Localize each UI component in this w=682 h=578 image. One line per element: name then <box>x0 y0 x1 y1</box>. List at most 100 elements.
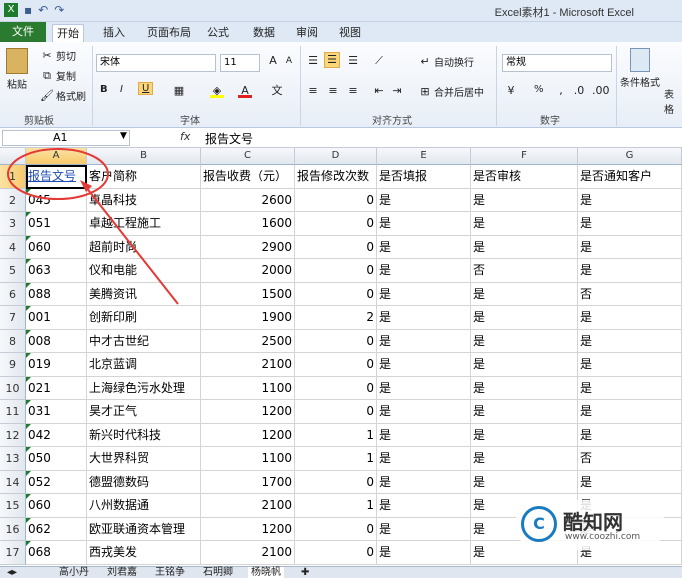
table-cell[interactable]: 052 <box>26 470 87 494</box>
table-cell[interactable]: 是 <box>471 306 578 330</box>
table-cell[interactable]: 是 <box>471 376 578 400</box>
row-header[interactable]: 13 <box>0 447 26 471</box>
table-cell[interactable]: 019 <box>26 353 87 377</box>
new-sheet-icon[interactable]: ✚ <box>298 567 312 578</box>
merge-center-button[interactable]: ⊞ 合并后居中 <box>418 84 484 100</box>
table-cell[interactable]: 是 <box>377 470 471 494</box>
tab-data[interactable]: 数据 <box>249 24 279 42</box>
table-cell[interactable]: 1200 <box>201 423 295 447</box>
table-cell[interactable]: 042 <box>26 423 87 447</box>
table-cell[interactable]: 是 <box>377 517 471 541</box>
shrink-font-button[interactable]: A <box>282 54 296 68</box>
fill-color-button[interactable]: ◈ <box>210 84 224 98</box>
table-cell[interactable]: 上海绿色污水处理 <box>87 376 201 400</box>
table-cell[interactable]: 1 <box>295 423 377 447</box>
table-cell[interactable]: 1100 <box>201 447 295 471</box>
column-header-f[interactable]: F <box>471 148 578 165</box>
table-cell[interactable]: 德盟德数码 <box>87 470 201 494</box>
align-left-button[interactable]: ≡ <box>306 84 320 98</box>
table-cell[interactable]: 是 <box>471 282 578 306</box>
table-cell[interactable]: 031 <box>26 400 87 424</box>
borders-button[interactable]: ▦ <box>172 84 186 98</box>
table-cell[interactable]: 否 <box>471 259 578 283</box>
table-cell[interactable]: 是 <box>471 423 578 447</box>
header-cell[interactable]: 报告修改次数 <box>295 165 377 189</box>
table-cell[interactable]: 是 <box>471 447 578 471</box>
table-cell[interactable]: 否 <box>578 282 682 306</box>
table-cell[interactable]: 0 <box>295 259 377 283</box>
table-cell[interactable]: 是 <box>578 235 682 259</box>
redo-icon[interactable]: ↷ <box>54 3 64 17</box>
table-cell[interactable]: 是 <box>578 212 682 236</box>
table-cell[interactable]: 0 <box>295 400 377 424</box>
align-center-button[interactable]: ≡ <box>326 84 340 98</box>
table-cell[interactable]: 是 <box>377 282 471 306</box>
increase-decimal-button[interactable]: .0 <box>572 84 586 98</box>
table-cell[interactable]: 是 <box>377 188 471 212</box>
table-cell[interactable]: 0 <box>295 376 377 400</box>
table-cell[interactable]: 0 <box>295 329 377 353</box>
tab-file[interactable]: 文件 <box>0 22 46 42</box>
table-cell[interactable]: 是 <box>377 447 471 471</box>
table-cell[interactable]: 060 <box>26 494 87 518</box>
row-header[interactable]: 14 <box>0 470 26 494</box>
format-as-table-button[interactable]: 表格 <box>664 86 682 116</box>
table-cell[interactable]: 0 <box>295 188 377 212</box>
tab-insert[interactable]: 插入 <box>99 24 129 42</box>
font-name-select[interactable]: 宋体 <box>96 54 216 72</box>
table-cell[interactable]: 是 <box>377 235 471 259</box>
table-cell[interactable]: 0 <box>295 517 377 541</box>
table-cell[interactable]: 是 <box>471 353 578 377</box>
comma-button[interactable]: , <box>554 84 568 98</box>
percent-button[interactable]: % <box>534 84 544 95</box>
table-cell[interactable]: 0 <box>295 470 377 494</box>
sheet-tab[interactable]: 高小丹 <box>56 567 92 578</box>
grow-font-button[interactable]: A <box>266 54 280 68</box>
font-size-select[interactable]: 11 <box>220 54 260 72</box>
orientation-button[interactable]: ⟋ <box>372 54 386 68</box>
currency-button[interactable]: ¥ <box>504 84 518 98</box>
table-cell[interactable]: 1 <box>295 447 377 471</box>
table-cell[interactable]: 008 <box>26 329 87 353</box>
table-cell[interactable]: 是 <box>471 470 578 494</box>
align-right-button[interactable]: ≡ <box>346 84 360 98</box>
row-header[interactable]: 10 <box>0 376 26 400</box>
table-cell[interactable]: 1100 <box>201 376 295 400</box>
header-cell[interactable]: 是否填报 <box>377 165 471 189</box>
table-cell[interactable]: 0 <box>295 541 377 565</box>
table-cell[interactable]: 062 <box>26 517 87 541</box>
table-cell[interactable]: 0 <box>295 212 377 236</box>
column-header-d[interactable]: D <box>295 148 377 165</box>
row-header[interactable]: 8 <box>0 329 26 353</box>
header-cell[interactable]: 是否通知客户 <box>578 165 682 189</box>
table-cell[interactable]: 是 <box>578 353 682 377</box>
table-cell[interactable]: 是 <box>578 329 682 353</box>
save-icon[interactable]: ▪ <box>24 3 32 17</box>
excel-logo-icon[interactable]: X <box>4 3 18 17</box>
conditional-format-button[interactable]: 条件格式 <box>620 48 660 89</box>
font-color-button[interactable]: A <box>238 84 252 98</box>
table-cell[interactable]: 中才古世纪 <box>87 329 201 353</box>
table-cell[interactable]: 1 <box>295 494 377 518</box>
table-cell[interactable]: 1200 <box>201 517 295 541</box>
column-header-e[interactable]: E <box>377 148 471 165</box>
sheet-nav-icon[interactable]: ◂▸ <box>4 567 20 578</box>
row-header[interactable]: 17 <box>0 541 26 565</box>
sheet-tab[interactable]: 刘君嘉 <box>104 567 140 578</box>
table-cell[interactable]: 2100 <box>201 494 295 518</box>
sheet-tab-active[interactable]: 杨晓帆 <box>248 567 284 578</box>
table-cell[interactable]: 068 <box>26 541 87 565</box>
table-cell[interactable]: 050 <box>26 447 87 471</box>
table-cell[interactable]: 2100 <box>201 353 295 377</box>
sheet-tab[interactable]: 石明卿 <box>200 567 236 578</box>
table-cell[interactable]: 是 <box>377 376 471 400</box>
table-cell[interactable]: 是 <box>471 400 578 424</box>
underline-button[interactable]: U <box>138 82 154 95</box>
column-header-g[interactable]: G <box>578 148 682 165</box>
align-bottom-button[interactable]: ☰ <box>346 54 360 68</box>
align-top-button[interactable]: ☰ <box>306 54 320 68</box>
table-cell[interactable]: 0 <box>295 282 377 306</box>
table-cell[interactable]: 是 <box>471 188 578 212</box>
table-cell[interactable]: 欧亚联通资本管理 <box>87 517 201 541</box>
copy-button[interactable]: ⧉ 复制 <box>40 68 76 84</box>
